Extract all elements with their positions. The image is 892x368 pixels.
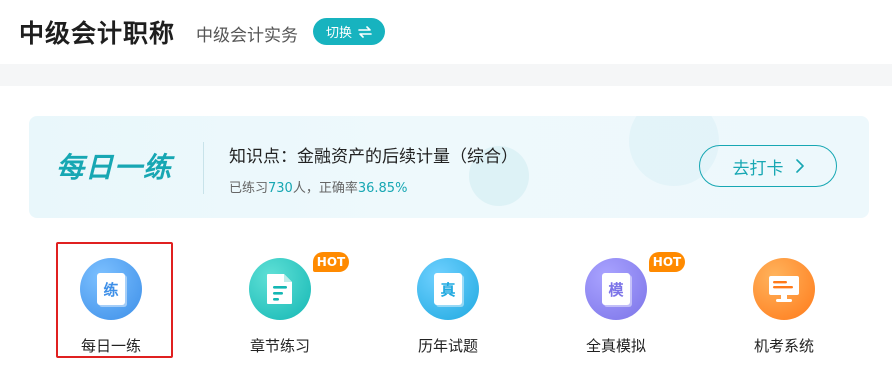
checkin-label: 去打卡 <box>732 158 784 179</box>
computer-exam-icon <box>769 276 799 302</box>
practiced-count: 730 <box>268 181 293 196</box>
feature-computer-exam[interactable]: 机考系统 <box>724 254 844 364</box>
switch-label: 切换 <box>325 26 352 41</box>
swap-arrows-icon <box>358 25 372 38</box>
chapter-icon <box>267 274 292 304</box>
banner-divider <box>203 142 204 194</box>
daily-practice-banner[interactable]: 每日一练 知识点：金融资产的后续计量（综合） 已练习730人，正确率36.85%… <box>29 116 869 218</box>
page-title: 中级会计职称 <box>19 19 176 48</box>
chevron-right-icon <box>795 159 804 173</box>
switch-subject-button[interactable]: 切换 <box>313 18 385 45</box>
practice-stats: 已练习730人，正确率36.85% <box>229 177 407 196</box>
section-divider <box>0 64 892 86</box>
hot-badge: HOT <box>649 252 685 272</box>
feature-icon-circle <box>753 258 815 320</box>
hot-badge: HOT <box>313 252 349 272</box>
feature-icon-circle <box>249 258 311 320</box>
knowledge-point-title: 知识点：金融资产的后续计量（综合） <box>229 147 518 167</box>
accuracy-rate: 36.85% <box>357 181 408 196</box>
header: 中级会计职称 中级会计实务 切换 <box>0 0 892 64</box>
stats-middle: 人，正确率 <box>292 181 358 196</box>
feature-icon-circle: 真 <box>417 258 479 320</box>
feature-past-exams[interactable]: 真 历年试题 <box>388 254 508 364</box>
daily-practice-logo: 每日一练 <box>56 151 173 184</box>
subject-name: 中级会计实务 <box>196 26 298 46</box>
stats-prefix: 已练习 <box>229 181 269 196</box>
mock-exam-icon: 模 <box>602 273 630 305</box>
feature-label: 历年试题 <box>417 337 478 355</box>
selection-highlight <box>56 242 173 358</box>
feature-label: 全真模拟 <box>585 337 646 355</box>
feature-label: 机考系统 <box>753 337 814 355</box>
feature-icon-circle: 模 <box>585 258 647 320</box>
checkin-button[interactable]: 去打卡 <box>699 145 837 187</box>
feature-label: 章节练习 <box>249 337 310 355</box>
past-exam-icon: 真 <box>434 273 462 305</box>
